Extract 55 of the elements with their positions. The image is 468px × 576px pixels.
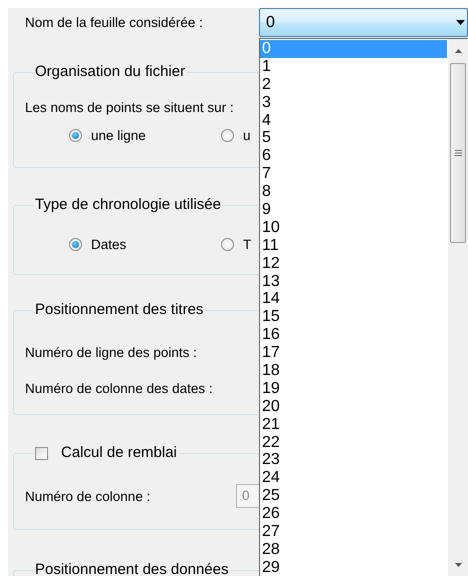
- list-option[interactable]: 17: [260, 344, 447, 362]
- list-option[interactable]: 29: [260, 558, 447, 576]
- radio-label: u: [243, 128, 251, 142]
- list-option[interactable]: 21: [260, 416, 447, 434]
- group-title: Type de chronologie utilisée: [35, 196, 221, 214]
- list-option[interactable]: 27: [260, 523, 447, 541]
- sheet-dropdown[interactable]: 0: [259, 8, 468, 37]
- scroll-down-icon[interactable]: [454, 563, 462, 567]
- list-option[interactable]: 8: [260, 183, 447, 202]
- scrollbar[interactable]: [448, 39, 468, 576]
- radio-button[interactable]: [221, 238, 234, 250]
- field-label: Nom de la feuille considérée :: [25, 15, 203, 30]
- grip-icon: [454, 150, 462, 156]
- list-option[interactable]: 13: [260, 272, 447, 290]
- radio-button[interactable]: [221, 128, 234, 142]
- scrollbar-thumb[interactable]: [450, 63, 466, 243]
- list-option[interactable]: 16: [260, 326, 447, 344]
- checkbox[interactable]: [35, 446, 48, 460]
- list-option[interactable]: 15: [260, 308, 447, 326]
- list-option[interactable]: 14: [260, 290, 447, 308]
- radio-button[interactable]: [69, 238, 82, 250]
- group-title: Calcul de remblai: [61, 444, 177, 462]
- radio-button[interactable]: [69, 128, 82, 142]
- field-label: Les noms de points se situent sur :: [25, 99, 234, 117]
- radio-label: Dates: [91, 236, 126, 252]
- radio-label: T: [243, 236, 252, 252]
- list-option[interactable]: 10: [260, 218, 447, 237]
- group-title: Organisation du fichier: [35, 63, 186, 81]
- list-option[interactable]: 9: [260, 201, 447, 219]
- list-option[interactable]: 6: [260, 147, 447, 166]
- list-option[interactable]: 22: [260, 434, 447, 452]
- list-option[interactable]: 20: [260, 398, 447, 416]
- field-label: Numéro de colonne :: [25, 488, 152, 504]
- list-option[interactable]: 25: [260, 487, 447, 506]
- radio-label: une ligne: [91, 128, 146, 142]
- list-option[interactable]: 23: [260, 451, 447, 470]
- list-option[interactable]: 5: [260, 129, 447, 148]
- group-title: Positionnement des titres: [35, 301, 204, 319]
- field-label: Numéro de ligne des points :: [25, 344, 198, 360]
- list-option[interactable]: 18: [260, 362, 447, 380]
- list-option[interactable]: 12: [260, 254, 447, 273]
- dropdown-arrow-icon: [456, 20, 465, 25]
- list-option[interactable]: 11: [260, 236, 447, 255]
- list-option[interactable]: 7: [260, 165, 447, 184]
- list-option[interactable]: 2: [260, 76, 447, 94]
- list-option[interactable]: 28: [260, 540, 447, 559]
- scroll-up-icon[interactable]: [454, 49, 462, 53]
- list-option[interactable]: 3: [260, 94, 447, 112]
- field-label: Numéro de colonne des dates :: [25, 380, 214, 396]
- list-option[interactable]: 4: [260, 112, 447, 130]
- list-option[interactable]: 19: [260, 380, 447, 398]
- group-title: Positionnement des données: [35, 561, 228, 576]
- list-option[interactable]: 24: [260, 469, 447, 488]
- list-option[interactable]: 1: [260, 58, 447, 76]
- list-option[interactable]: 26: [260, 505, 447, 524]
